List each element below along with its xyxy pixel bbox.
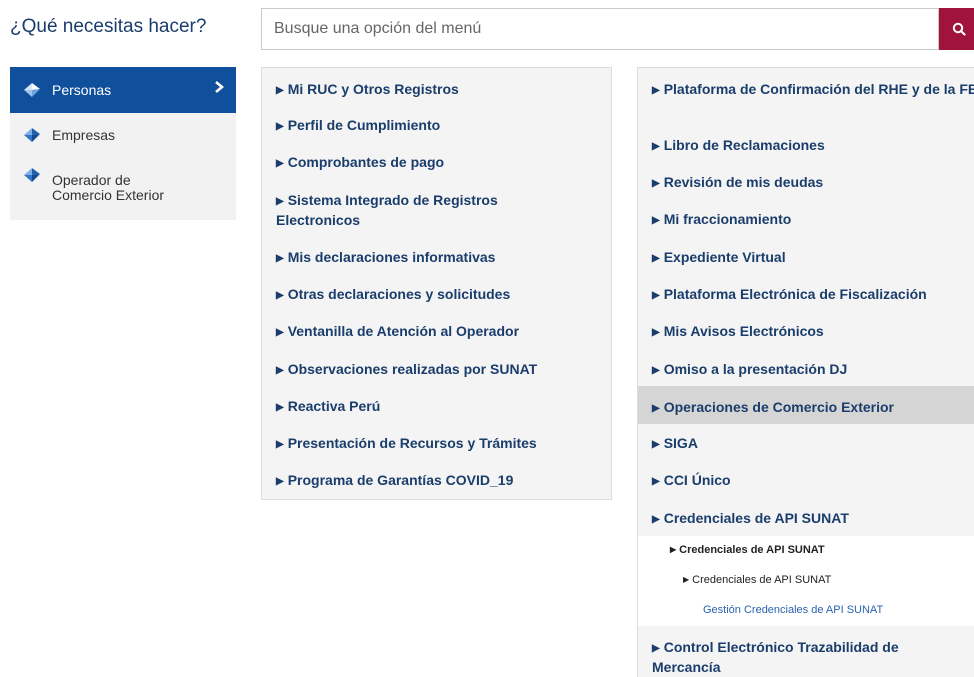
diamond-icon <box>24 83 40 97</box>
triangle-right-icon: ▶ <box>652 365 660 376</box>
triangle-right-icon: ▶ <box>652 514 660 525</box>
menu-item-reactiva[interactable]: ▶ Reactiva Perú <box>276 397 380 417</box>
menu-item-siga[interactable]: ▶ SIGA <box>652 434 698 454</box>
triangle-right-icon: ▶ <box>652 253 660 264</box>
triangle-right-icon: ▶ <box>276 365 284 376</box>
menu-item-declaraciones[interactable]: ▶ Mis declaraciones informativas <box>276 248 495 268</box>
triangle-right-icon: ▶ <box>276 439 284 450</box>
sidebar-item-label: Personas <box>52 82 112 98</box>
triangle-right-icon: ▶ <box>652 290 660 301</box>
triangle-right-icon: ▶ <box>276 196 284 207</box>
triangle-right-icon: ▶ <box>652 215 660 226</box>
menu-item-comercio-exterior[interactable]: ▶ Operaciones de Comercio Exterior <box>652 398 894 418</box>
menu-item-otras-declaraciones[interactable]: ▶ Otras declaraciones y solicitudes <box>276 285 510 305</box>
sidebar-item-label: Operador de Comercio Exterior <box>52 172 165 203</box>
menu-item-fiscalizacion[interactable]: ▶ Plataforma Electrónica de Fiscalización <box>652 285 927 305</box>
sidebar-item-operador[interactable]: Operador de Comercio Exterior <box>10 167 236 203</box>
sidebar-item-empresas[interactable]: Empresas <box>10 127 236 143</box>
triangle-right-icon: ▶ <box>276 121 284 132</box>
menu-item-covid[interactable]: ▶ Programa de Garantías COVID_19 <box>276 471 513 491</box>
triangle-right-icon: ▶ <box>276 253 284 264</box>
diamond-icon <box>24 128 40 142</box>
triangle-right-icon: ▶ <box>652 643 660 654</box>
menu-item-fraccionamiento[interactable]: ▶ Mi fraccionamiento <box>652 210 791 230</box>
triangle-right-icon: ▶ <box>652 178 660 189</box>
page-title: ¿Qué necesitas hacer? <box>10 16 207 37</box>
sidebar-item-personas[interactable]: Personas <box>10 67 236 113</box>
triangle-right-icon: ▶ <box>276 158 284 169</box>
menu-item-avisos[interactable]: ▶ Mis Avisos Electrónicos <box>652 322 824 342</box>
triangle-right-icon: ▶ <box>683 575 690 584</box>
triangle-right-icon: ▶ <box>670 545 677 554</box>
menu-item-comprobantes[interactable]: ▶ Comprobantes de pago <box>276 153 444 173</box>
triangle-right-icon: ▶ <box>276 327 284 338</box>
triangle-right-icon: ▶ <box>652 141 660 152</box>
menu-item-omiso[interactable]: ▶ Omiso a la presentación DJ <box>652 360 847 380</box>
menu-item-mi-ruc[interactable]: ▶ Mi RUC y Otros Registros <box>276 80 459 100</box>
triangle-right-icon: ▶ <box>652 327 660 338</box>
menu-item-trazabilidad[interactable]: ▶ Control Electrónico Trazabilidad de Mer… <box>652 638 952 676</box>
search-icon <box>952 22 966 36</box>
submenu-item-credenciales[interactable]: ▶ Credenciales de API SUNAT <box>670 544 825 556</box>
triangle-right-icon: ▶ <box>276 85 284 96</box>
submenu-item-credenciales-sub[interactable]: ▶ Credenciales de API SUNAT <box>683 574 831 586</box>
menu-item-recursos[interactable]: ▶ Presentación de Recursos y Trámites <box>276 434 537 454</box>
triangle-right-icon: ▶ <box>276 290 284 301</box>
menu-item-observaciones[interactable]: ▶ Observaciones realizadas por SUNAT <box>276 360 537 380</box>
sidebar: Personas Empresas Operador de Comercio E… <box>10 67 236 220</box>
menu-item-ventanilla[interactable]: ▶ Ventanilla de Atención al Operador <box>276 322 519 342</box>
menu-item-sire[interactable]: ▶ Sistema Integrado de Registros Electron… <box>276 191 536 229</box>
menu-item-rhe[interactable]: ▶ Plataforma de Confirmación del RHE y de… <box>652 80 974 100</box>
submenu-link-gestion[interactable]: Gestión Credenciales de API SUNAT <box>703 604 883 616</box>
menu-item-deudas[interactable]: ▶ Revisión de mis deudas <box>652 173 823 193</box>
triangle-right-icon: ▶ <box>276 476 284 487</box>
menu-item-perfil[interactable]: ▶ Perfil de Cumplimiento <box>276 116 440 136</box>
menu-item-expediente[interactable]: ▶ Expediente Virtual <box>652 248 786 268</box>
chevron-right-icon <box>215 81 224 93</box>
menu-item-libro[interactable]: ▶ Libro de Reclamaciones <box>652 136 825 156</box>
triangle-right-icon: ▶ <box>276 402 284 413</box>
triangle-right-icon: ▶ <box>652 476 660 487</box>
triangle-right-icon: ▶ <box>652 85 660 96</box>
menu-item-credenciales[interactable]: ▶ Credenciales de API SUNAT <box>652 509 849 529</box>
menu-item-cci[interactable]: ▶ CCI Único <box>652 471 731 491</box>
triangle-right-icon: ▶ <box>652 439 660 450</box>
triangle-right-icon: ▶ <box>652 403 660 414</box>
search-button[interactable] <box>939 8 974 50</box>
search-input[interactable] <box>261 8 939 50</box>
diamond-icon <box>24 168 40 182</box>
sidebar-item-label: Empresas <box>52 127 116 143</box>
